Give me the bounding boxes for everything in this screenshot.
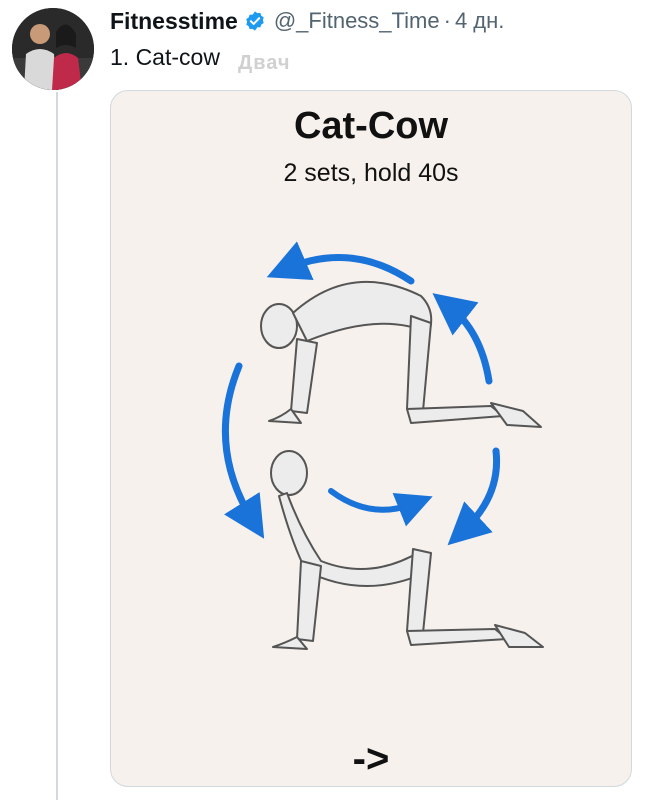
avatar[interactable] [12,8,94,90]
arrow-right-down [447,447,501,546]
cat-cow-illustration [221,241,544,650]
watermark: Двач [238,52,291,74]
post-text: 1. Cat-cow [110,44,220,70]
post-header: Fitnesstime @_Fitness_Time · 4 дн. [110,6,504,36]
arrow-right-up [432,293,493,385]
next-arrow: -> [352,737,390,781]
separator-dot: · [443,8,451,33]
post-timestamp[interactable]: 4 дн. [455,8,504,34]
thread-line [56,92,58,800]
arrow-top [266,241,415,285]
cow-pose-figure [270,450,544,650]
verified-badge-icon [244,10,266,32]
user-handle[interactable]: @_Fitness_Time [274,8,440,34]
post-media-image[interactable]: Cat-Cow 2 sets, hold 40s -> [110,90,632,787]
cat-pose-figure [260,280,542,428]
arrow-middle [328,488,433,527]
display-name[interactable]: Fitnesstime [110,8,238,35]
arrow-left-down [221,362,265,539]
